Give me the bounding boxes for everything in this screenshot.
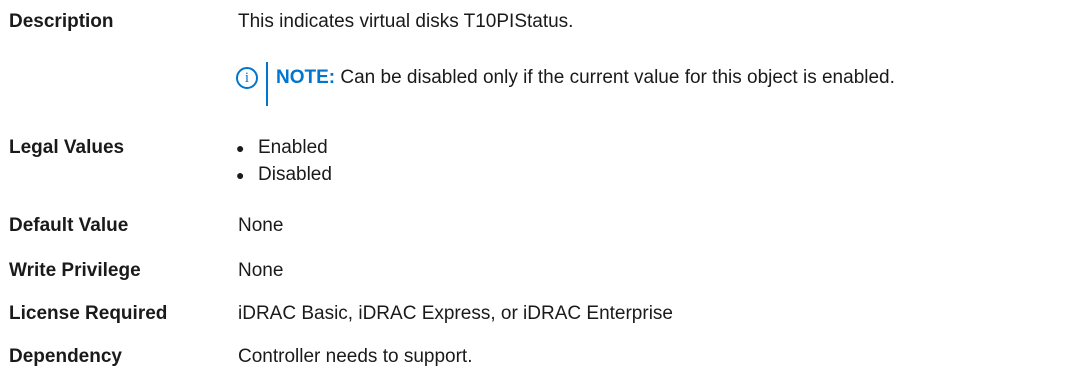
legal-values-list: ● Enabled ● Disabled <box>236 136 332 190</box>
dependency-label: Dependency <box>9 346 122 367</box>
note-body: Can be disabled only if the current valu… <box>340 67 895 88</box>
legal-values-row: Legal Values <box>9 136 1084 160</box>
license-required-label: License Required <box>9 303 168 324</box>
license-required-row: License Required iDRAC Basic, iDRAC Expr… <box>9 302 1084 326</box>
write-privilege-label: Write Privilege <box>9 260 141 281</box>
bullet-icon: ● <box>236 140 245 156</box>
legal-values-label: Legal Values <box>9 137 125 158</box>
write-privilege-row: Write Privilege None <box>9 259 1084 283</box>
default-value-text: None <box>238 215 284 236</box>
note-box: i NOTE: Can be disabled only if the curr… <box>236 62 1084 106</box>
license-required-text: iDRAC Basic, iDRAC Express, or iDRAC Ent… <box>238 303 673 324</box>
legal-value-disabled: Disabled <box>258 164 332 185</box>
bullet-icon: ● <box>236 167 245 183</box>
note-divider <box>266 62 268 106</box>
legal-value-enabled: Enabled <box>258 137 328 158</box>
dependency-row: Dependency Controller needs to support. <box>9 345 1084 369</box>
default-value-row: Default Value None <box>9 214 1084 238</box>
list-item: ● Disabled <box>236 163 332 190</box>
info-icon: i <box>236 67 258 89</box>
write-privilege-text: None <box>238 260 284 281</box>
description-text: This indicates virtual disks T10PIStatus… <box>238 11 574 32</box>
note-text: NOTE: Can be disabled only if the curren… <box>276 66 895 90</box>
list-item: ● Enabled <box>236 136 332 163</box>
description-label: Description <box>9 11 114 32</box>
default-value-label: Default Value <box>9 215 129 236</box>
note-prefix: NOTE: <box>276 67 336 88</box>
description-row: Description This indicates virtual disks… <box>9 10 1084 34</box>
dependency-text: Controller needs to support. <box>238 346 473 367</box>
